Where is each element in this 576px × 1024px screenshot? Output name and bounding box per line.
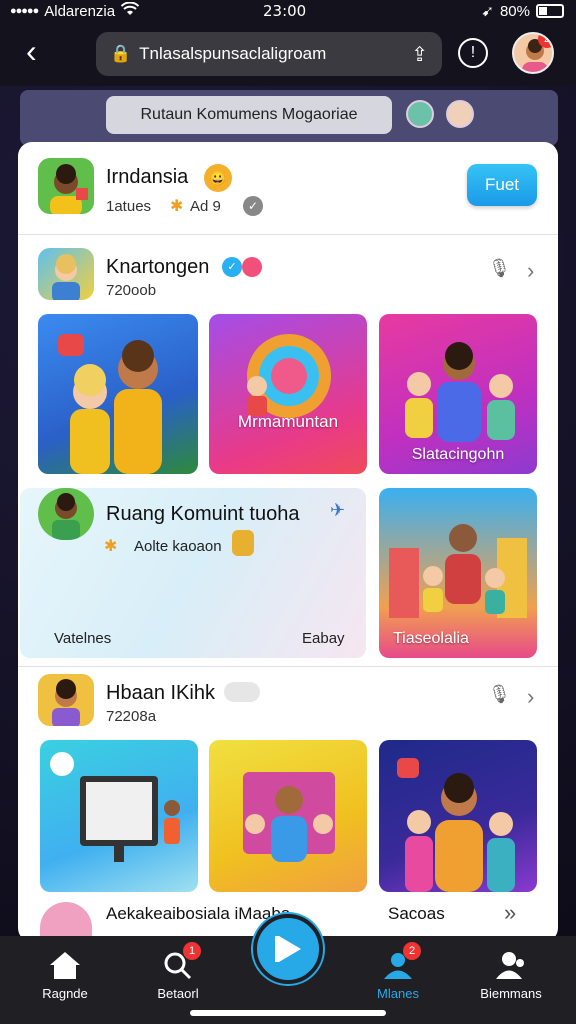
bird-icon: ✈: [330, 500, 346, 520]
browser-toolbar: ‹ 🔒 Tnlasalspunsaclaligroam ⇪ ! 2: [0, 24, 576, 86]
profile-meta-left: 1atues: [106, 198, 152, 215]
nav-search[interactable]: 1 Betaorl: [133, 942, 223, 1001]
home-icon: [48, 950, 82, 980]
nav-messages[interactable]: 2 Mlanes: [353, 942, 443, 1001]
chevron-right-icon[interactable]: ›: [527, 684, 534, 710]
media-tile[interactable]: [379, 740, 537, 892]
play-button[interactable]: [253, 914, 323, 984]
media-tile[interactable]: Mrmamuntan: [209, 314, 367, 474]
carrier: ●●●●● Aldarenzia: [10, 1, 140, 20]
banner-avatar[interactable]: [406, 100, 434, 128]
profile-name[interactable]: Irndansia: [106, 166, 188, 189]
check-icon: ✓: [243, 196, 263, 216]
section-title[interactable]: Hbaan IKihk: [106, 682, 215, 705]
section-avatar[interactable]: [38, 248, 94, 300]
media-tile[interactable]: Tiaseolalia: [379, 488, 537, 658]
media-tile[interactable]: Slatacingohn: [379, 314, 537, 474]
heart-icon: [242, 257, 262, 277]
sparkle-icon: ✱: [104, 538, 118, 555]
nav-badge: 1: [183, 942, 201, 960]
battery-icon: [536, 4, 564, 18]
divider: [18, 234, 558, 235]
featured-avatar[interactable]: [38, 488, 94, 540]
wifi-icon: [120, 1, 140, 20]
play-icon: [275, 936, 301, 962]
signal-icon: ●●●●●: [10, 5, 39, 17]
nav-label: Mlanes: [377, 986, 419, 1001]
nav-home[interactable]: Ragnde: [20, 950, 110, 1001]
mic-icon[interactable]: 🎙: [488, 684, 511, 705]
section-title[interactable]: Knartongen: [106, 256, 209, 279]
tile-caption: Slatacingohn: [411, 446, 505, 463]
forward-icon[interactable]: »: [504, 900, 516, 926]
banner-avatar[interactable]: [446, 100, 474, 128]
featured-right-caption: Eabay: [302, 630, 345, 647]
media-tile[interactable]: [40, 740, 198, 892]
url-text: Tnlasalspunsaclaligroam: [139, 44, 327, 63]
nav-badge: 2: [403, 942, 421, 960]
carrier-name: Aldarenzia: [44, 2, 116, 20]
status-right: ➹ 80%: [481, 2, 564, 20]
nav-label: Ragnde: [42, 986, 88, 1001]
featured-left-caption: Vatelnes: [54, 630, 112, 647]
media-tile[interactable]: [38, 314, 198, 474]
media-tile[interactable]: [209, 740, 367, 892]
url-bar[interactable]: 🔒 Tnlasalspunsaclaligroam ⇪: [96, 32, 442, 76]
mic-icon[interactable]: 🎙: [488, 258, 511, 279]
home-indicator: [190, 1010, 386, 1016]
nav-label: Biemmans: [480, 986, 542, 1001]
follow-button[interactable]: Fuet: [467, 164, 537, 206]
divider: [18, 666, 558, 667]
location-icon: ➹: [481, 3, 494, 20]
section-subtitle: 720oob: [106, 282, 157, 299]
nav-profile[interactable]: Biemmans: [466, 950, 556, 1001]
chevron-right-icon[interactable]: ›: [527, 258, 534, 284]
user-avatar[interactable]: 2: [512, 32, 554, 74]
row-right-label[interactable]: Sacoas: [388, 904, 445, 924]
battery-percent: 80%: [499, 2, 530, 20]
community-icon: 2: [381, 942, 421, 980]
status-bar: ●●●●● Aldarenzia 23:00 ➹ 80%: [0, 0, 576, 24]
featured-title[interactable]: Ruang Komuint tuoha: [106, 503, 299, 526]
nav-label: Betaorl: [157, 986, 199, 1001]
emoji-badge-icon: 😀: [204, 164, 232, 192]
banner-label[interactable]: Rutaun Komumens Mogaoriae: [106, 96, 392, 134]
tile-caption: Mrmamuntan: [237, 412, 339, 431]
star-icon: ✱: [170, 198, 184, 215]
reaction-icon: [224, 682, 260, 702]
tile-caption: Tiaseolalia: [393, 630, 469, 647]
section-avatar[interactable]: [38, 674, 94, 726]
people-icon: [494, 950, 528, 980]
profile-avatar[interactable]: [38, 158, 94, 214]
section-subtitle: 72208a: [106, 708, 157, 725]
verified-icon: ✓: [222, 257, 242, 277]
lock-icon: 🔒: [110, 44, 132, 63]
back-icon[interactable]: ‹: [26, 35, 54, 70]
info-icon[interactable]: !: [458, 38, 488, 68]
featured-subtitle: Aolte kaoaon: [134, 538, 222, 555]
profile-meta-right: Ad 9: [190, 198, 221, 215]
search-icon: 1: [161, 942, 201, 980]
clock: 23:00: [263, 2, 307, 20]
notification-badge: 2: [538, 34, 552, 48]
lantern-icon: [232, 530, 254, 556]
share-icon[interactable]: ⇪: [411, 42, 428, 67]
